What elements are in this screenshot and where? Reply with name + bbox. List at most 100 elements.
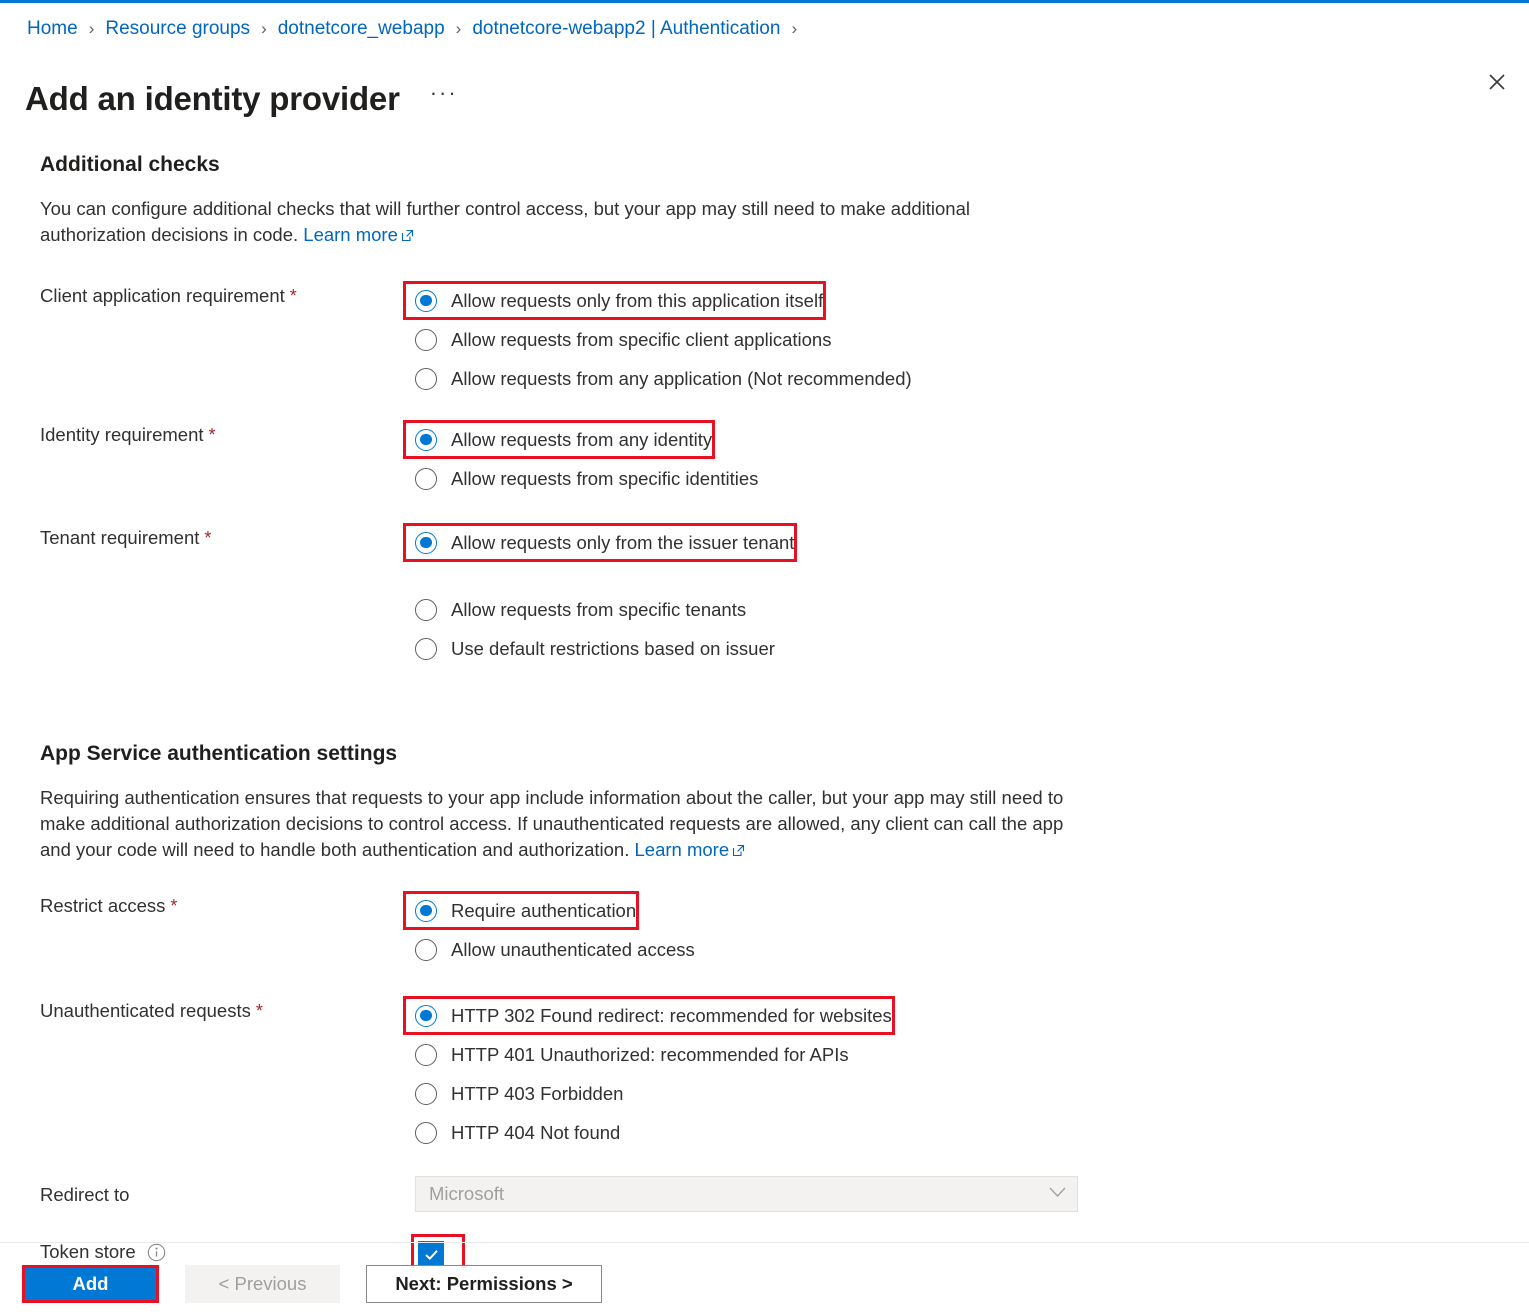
field-label-tenant-requirement: Tenant requirement * [40, 523, 415, 551]
breadcrumb: Home › Resource groups › dotnetcore_weba… [27, 16, 808, 42]
breadcrumb-item-home[interactable]: Home [27, 16, 78, 42]
required-asterisk: * [255, 1001, 263, 1021]
radio-group-unauthenticated-requests: HTTP 302 Found redirect: recommended for… [403, 996, 1529, 1152]
radio-option-allow-unauthenticated[interactable]: Allow unauthenticated access [415, 930, 1529, 969]
learn-more-link-additional-checks[interactable]: Learn more [303, 224, 414, 245]
info-icon[interactable] [147, 1243, 166, 1262]
next-permissions-button[interactable]: Next: Permissions > [366, 1265, 602, 1303]
radio-label: Require authentication [451, 899, 637, 921]
auth-settings-description-text: Requiring authentication ensures that re… [40, 787, 1064, 860]
field-client-application-requirement: Client application requirement * Allow r… [40, 281, 1529, 398]
page-title: Add an identity provider [25, 80, 400, 118]
page-title-row: Add an identity provider ··· [25, 56, 458, 142]
token-store-checkbox[interactable] [418, 1241, 444, 1267]
radio-icon [415, 1121, 437, 1144]
external-link-icon [401, 223, 414, 249]
required-asterisk: * [208, 425, 216, 445]
radio-option-http-302[interactable]: HTTP 302 Found redirect: recommended for… [403, 996, 895, 1035]
radio-group-identity-requirement: Allow requests from any identity Allow r… [403, 420, 1529, 498]
field-label-client-application-requirement: Client application requirement * [40, 281, 415, 309]
field-redirect-to: Redirect to Microsoft [40, 1176, 1529, 1212]
required-asterisk: * [204, 528, 212, 548]
additional-checks-description-text: You can configure additional checks that… [40, 198, 970, 245]
redirect-to-value: Microsoft [429, 1183, 505, 1204]
label-text: Redirect to [40, 1184, 130, 1205]
section-description-auth-settings: Requiring authentication ensures that re… [40, 785, 1070, 864]
radio-label: Allow requests only from the issuer tena… [451, 531, 795, 553]
field-label-identity-requirement: Identity requirement * [40, 420, 415, 448]
field-label-token-store: Token store [40, 1234, 415, 1265]
radio-icon [415, 1004, 437, 1027]
label-text: Unauthenticated requests [40, 1000, 251, 1021]
radio-option-any-identity[interactable]: Allow requests from any identity [403, 420, 716, 459]
redirect-to-control: Microsoft [415, 1176, 1529, 1212]
footer-actions: Add < Previous Next: Permissions > [22, 1265, 602, 1303]
radio-label: Allow requests from specific client appl… [451, 328, 832, 350]
radio-label: HTTP 404 Not found [451, 1121, 621, 1143]
breadcrumb-separator-trailing: › [791, 19, 798, 38]
radio-label: HTTP 302 Found redirect: recommended for… [451, 1004, 892, 1026]
field-restrict-access: Restrict access * Require authentication… [40, 891, 1529, 969]
radio-label: Allow requests from specific tenants [451, 598, 747, 620]
radio-option-specific-identities[interactable]: Allow requests from specific identities [415, 459, 1529, 498]
footer-divider [0, 1242, 1529, 1243]
section-description-additional-checks: You can configure additional checks that… [40, 196, 1040, 249]
label-text: Restrict access [40, 895, 166, 916]
close-icon[interactable] [1481, 66, 1513, 98]
radio-icon [415, 467, 437, 490]
chevron-down-icon [1049, 1185, 1066, 1203]
breadcrumb-separator: › [455, 19, 462, 38]
section-heading-additional-checks: Additional checks [40, 153, 220, 176]
radio-option-http-403[interactable]: HTTP 403 Forbidden [415, 1074, 1529, 1113]
radio-option-app-itself[interactable]: Allow requests only from this applicatio… [403, 281, 827, 320]
radio-group-tenant-requirement: Allow requests only from the issuer tena… [403, 523, 1529, 668]
radio-icon [415, 1043, 437, 1066]
radio-option-require-authentication[interactable]: Require authentication [403, 891, 640, 930]
radio-option-http-401[interactable]: HTTP 401 Unauthorized: recommended for A… [415, 1035, 1529, 1074]
top-accent-bar [0, 0, 1529, 3]
breadcrumb-item-dotnetcore-webapp[interactable]: dotnetcore_webapp [278, 16, 445, 42]
more-options-button[interactable]: ··· [430, 72, 458, 126]
radio-label: Allow requests from specific identities [451, 467, 759, 489]
radio-label: Allow requests from any identity [451, 428, 713, 450]
radio-group-client-application-requirement: Allow requests only from this applicatio… [403, 281, 1529, 398]
breadcrumb-item-resource-groups[interactable]: Resource groups [105, 16, 250, 42]
radio-option-specific-tenants[interactable]: Allow requests from specific tenants [415, 590, 1529, 629]
radio-label: HTTP 403 Forbidden [451, 1082, 624, 1104]
required-asterisk: * [289, 286, 297, 306]
learn-more-link-auth-settings[interactable]: Learn more [635, 839, 746, 860]
radio-option-issuer-tenant[interactable]: Allow requests only from the issuer tena… [403, 523, 798, 562]
radio-icon [415, 328, 437, 351]
field-label-redirect-to: Redirect to [40, 1176, 415, 1208]
radio-label: Use default restrictions based on issuer [451, 637, 775, 659]
field-tenant-requirement: Tenant requirement * Allow requests only… [40, 523, 1529, 668]
radio-icon [415, 289, 437, 312]
breadcrumb-item-authentication[interactable]: dotnetcore-webapp2 | Authentication [472, 16, 780, 42]
radio-option-any-application[interactable]: Allow requests from any application (Not… [415, 359, 1529, 398]
radio-icon [415, 899, 437, 922]
label-text: Client application requirement [40, 285, 285, 306]
radio-icon [415, 367, 437, 390]
radio-label: Allow requests from any application (Not… [451, 367, 912, 389]
radio-option-http-404[interactable]: HTTP 404 Not found [415, 1113, 1529, 1152]
breadcrumb-separator: › [88, 19, 95, 38]
breadcrumb-separator: › [261, 19, 267, 38]
radio-icon [415, 428, 437, 451]
radio-option-specific-client-apps[interactable]: Allow requests from specific client appl… [415, 320, 1529, 359]
radio-option-default-restrictions[interactable]: Use default restrictions based on issuer [415, 629, 1529, 668]
radio-label: Allow requests only from this applicatio… [451, 289, 824, 311]
previous-button[interactable]: < Previous [185, 1265, 340, 1303]
required-asterisk: * [170, 896, 178, 916]
field-unauthenticated-requests: Unauthenticated requests * HTTP 302 Foun… [40, 996, 1529, 1152]
redirect-to-dropdown[interactable]: Microsoft [415, 1176, 1078, 1212]
radio-group-restrict-access: Require authentication Allow unauthentic… [403, 891, 1529, 969]
radio-icon [415, 637, 437, 660]
radio-icon [415, 531, 437, 554]
add-button[interactable]: Add [22, 1265, 159, 1303]
radio-icon [415, 1082, 437, 1105]
external-link-icon [732, 838, 745, 864]
learn-more-label: Learn more [634, 839, 730, 860]
radio-icon [415, 598, 437, 621]
main-content: Additional checks You can configure addi… [0, 150, 1529, 1274]
